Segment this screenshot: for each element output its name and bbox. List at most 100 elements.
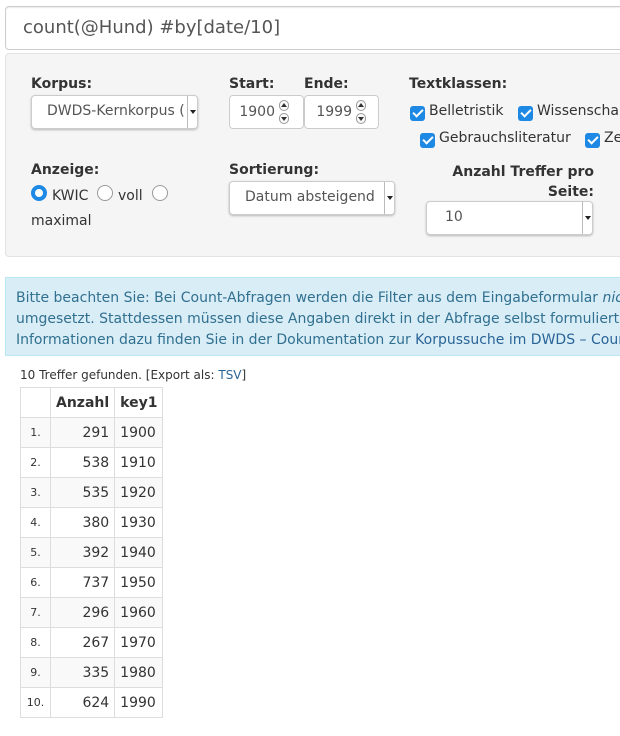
spinner-down-icon[interactable] — [356, 113, 366, 124]
sort-select-value: Datum absteigend — [245, 189, 375, 205]
row-anzahl: 296 — [49, 597, 116, 628]
row-key1: 1950 — [114, 567, 164, 598]
row-key1: 1920 — [114, 477, 164, 508]
alert-line-1-text: Bitte beachten Sie: Bei Count-Abfragen w… — [16, 290, 603, 306]
radio-voll[interactable] — [97, 185, 113, 201]
table-row: 8. 267 1970 — [20, 627, 164, 658]
row-anzahl: 335 — [49, 657, 116, 688]
export-tsv-link[interactable]: TSV — [218, 368, 241, 382]
radio-voll-label: voll — [118, 188, 143, 204]
radio-maximal-label: maximal — [31, 213, 92, 229]
perpage-select-value: 10 — [445, 209, 463, 225]
checkbox-gebrauchsliteratur[interactable] — [420, 133, 435, 148]
table-row: 1. 291 1900 — [20, 417, 164, 448]
start-label: Start: — [229, 76, 275, 92]
row-key1: 1960 — [114, 597, 164, 628]
table-row: 3. 535 1920 — [20, 477, 164, 508]
perpage-label-line2: Seite: — [547, 184, 594, 200]
row-key1: 1910 — [114, 447, 164, 478]
row-index: 5. — [20, 537, 51, 568]
end-year-input[interactable]: 1999 — [304, 95, 379, 129]
row-anzahl: 267 — [49, 627, 116, 658]
row-index: 8. — [20, 627, 51, 658]
chevron-down-icon — [582, 202, 592, 234]
table-row: 4. 380 1930 — [20, 507, 164, 538]
column-header-key1: key1 — [114, 387, 164, 418]
perpage-label: Anzahl Treffer pro Seite: — [420, 162, 594, 202]
checkbox-wissenschaft-label: Wissenscha — [537, 103, 619, 119]
column-header-index — [20, 387, 51, 418]
row-anzahl: 538 — [49, 447, 116, 478]
table-row: 7. 296 1960 — [20, 597, 164, 628]
results-table: Anzahl key1 1. 291 1900 2. 538 1910 3. 535 1920 4… — [20, 387, 164, 718]
end-year-value: 1999 — [316, 104, 352, 120]
alert-line-2: umgesetzt. Stattdessen müssen diese Anga… — [16, 311, 620, 327]
row-index: 1. — [20, 417, 51, 448]
checkbox-zeitung-label: Ze — [604, 130, 620, 146]
start-year-input[interactable]: 1900 — [229, 95, 304, 129]
documentation-link[interactable]: Korpussuche im DWDS – Count- — [415, 332, 620, 348]
row-key1: 1900 — [114, 417, 164, 448]
count-query-info-alert: Bitte beachten Sie: Bei Count-Abfragen w… — [5, 277, 620, 356]
row-anzahl: 392 — [49, 537, 116, 568]
spinner-up-icon[interactable] — [356, 100, 366, 111]
perpage-label-line1: Anzahl Treffer pro — [452, 164, 594, 180]
display-label: Anzeige: — [31, 162, 100, 178]
table-header-row: Anzahl key1 — [20, 387, 164, 418]
alert-line-1-emphasis: nic — [602, 290, 620, 306]
table-row: 2. 538 1910 — [20, 447, 164, 478]
end-label: Ende: — [304, 76, 349, 92]
row-index: 7. — [20, 597, 51, 628]
radio-kwic[interactable] — [31, 185, 47, 201]
row-index: 6. — [20, 567, 51, 598]
row-key1: 1990 — [114, 687, 164, 718]
row-index: 9. — [20, 657, 51, 688]
row-index: 2. — [20, 447, 51, 478]
table-row: 6. 737 1950 — [20, 567, 164, 598]
radio-kwic-label: KWIC — [52, 188, 89, 204]
row-key1: 1940 — [114, 537, 164, 568]
row-anzahl: 737 — [49, 567, 116, 598]
textclasses-label: Textklassen: — [409, 76, 508, 92]
checkbox-belletristik-label: Belletristik — [429, 103, 504, 119]
radio-maximal[interactable] — [152, 185, 168, 201]
spinner-down-icon[interactable] — [279, 113, 289, 124]
sort-select[interactable]: Datum absteigend — [229, 181, 395, 215]
row-anzahl: 380 — [49, 507, 116, 538]
end-year-spinner[interactable] — [356, 100, 366, 124]
results-summary-end: ] — [241, 368, 247, 382]
alert-line-3-text: Informationen dazu finden Sie in der Dok… — [16, 332, 416, 348]
row-index: 3. — [20, 477, 51, 508]
perpage-select[interactable]: 10 — [426, 201, 593, 235]
row-index: 10. — [20, 687, 51, 718]
start-year-spinner[interactable] — [279, 100, 289, 124]
table-row: 9. 335 1980 — [20, 657, 164, 688]
query-input[interactable]: count(@Hund) #by[date/10] — [5, 6, 620, 50]
column-header-anzahl: Anzahl — [49, 387, 116, 418]
start-year-value: 1900 — [239, 104, 275, 120]
checkbox-gebrauchsliteratur-label: Gebrauchsliteratur — [439, 130, 571, 146]
chevron-down-icon — [187, 96, 197, 128]
spinner-up-icon[interactable] — [279, 100, 289, 111]
results-summary: 10 Treffer gefunden. [Export als: TSV] — [20, 368, 246, 382]
row-anzahl: 291 — [49, 417, 116, 448]
sort-label: Sortierung: — [229, 162, 320, 178]
results-summary-text: 10 Treffer gefunden. [Export als: — [20, 368, 219, 382]
row-key1: 1930 — [114, 507, 164, 538]
table-row: 5. 392 1940 — [20, 537, 164, 568]
chevron-down-icon — [384, 182, 394, 214]
checkbox-belletristik[interactable] — [410, 106, 425, 121]
corpus-select-value: DWDS-Kernkorpus ( — [47, 103, 185, 119]
alert-line-3: Informationen dazu finden Sie in der Dok… — [16, 330, 620, 351]
alert-line-1: Bitte beachten Sie: Bei Count-Abfragen w… — [16, 288, 620, 309]
checkbox-zeitung[interactable] — [585, 133, 600, 148]
corpus-label: Korpus: — [31, 76, 93, 92]
row-key1: 1980 — [114, 657, 164, 688]
row-anzahl: 624 — [49, 687, 116, 718]
table-row: 10. 624 1990 — [20, 687, 164, 718]
row-index: 4. — [20, 507, 51, 538]
row-anzahl: 535 — [49, 477, 116, 508]
row-key1: 1970 — [114, 627, 164, 658]
checkbox-wissenschaft[interactable] — [518, 106, 533, 121]
corpus-select[interactable]: DWDS-Kernkorpus ( — [31, 95, 198, 129]
